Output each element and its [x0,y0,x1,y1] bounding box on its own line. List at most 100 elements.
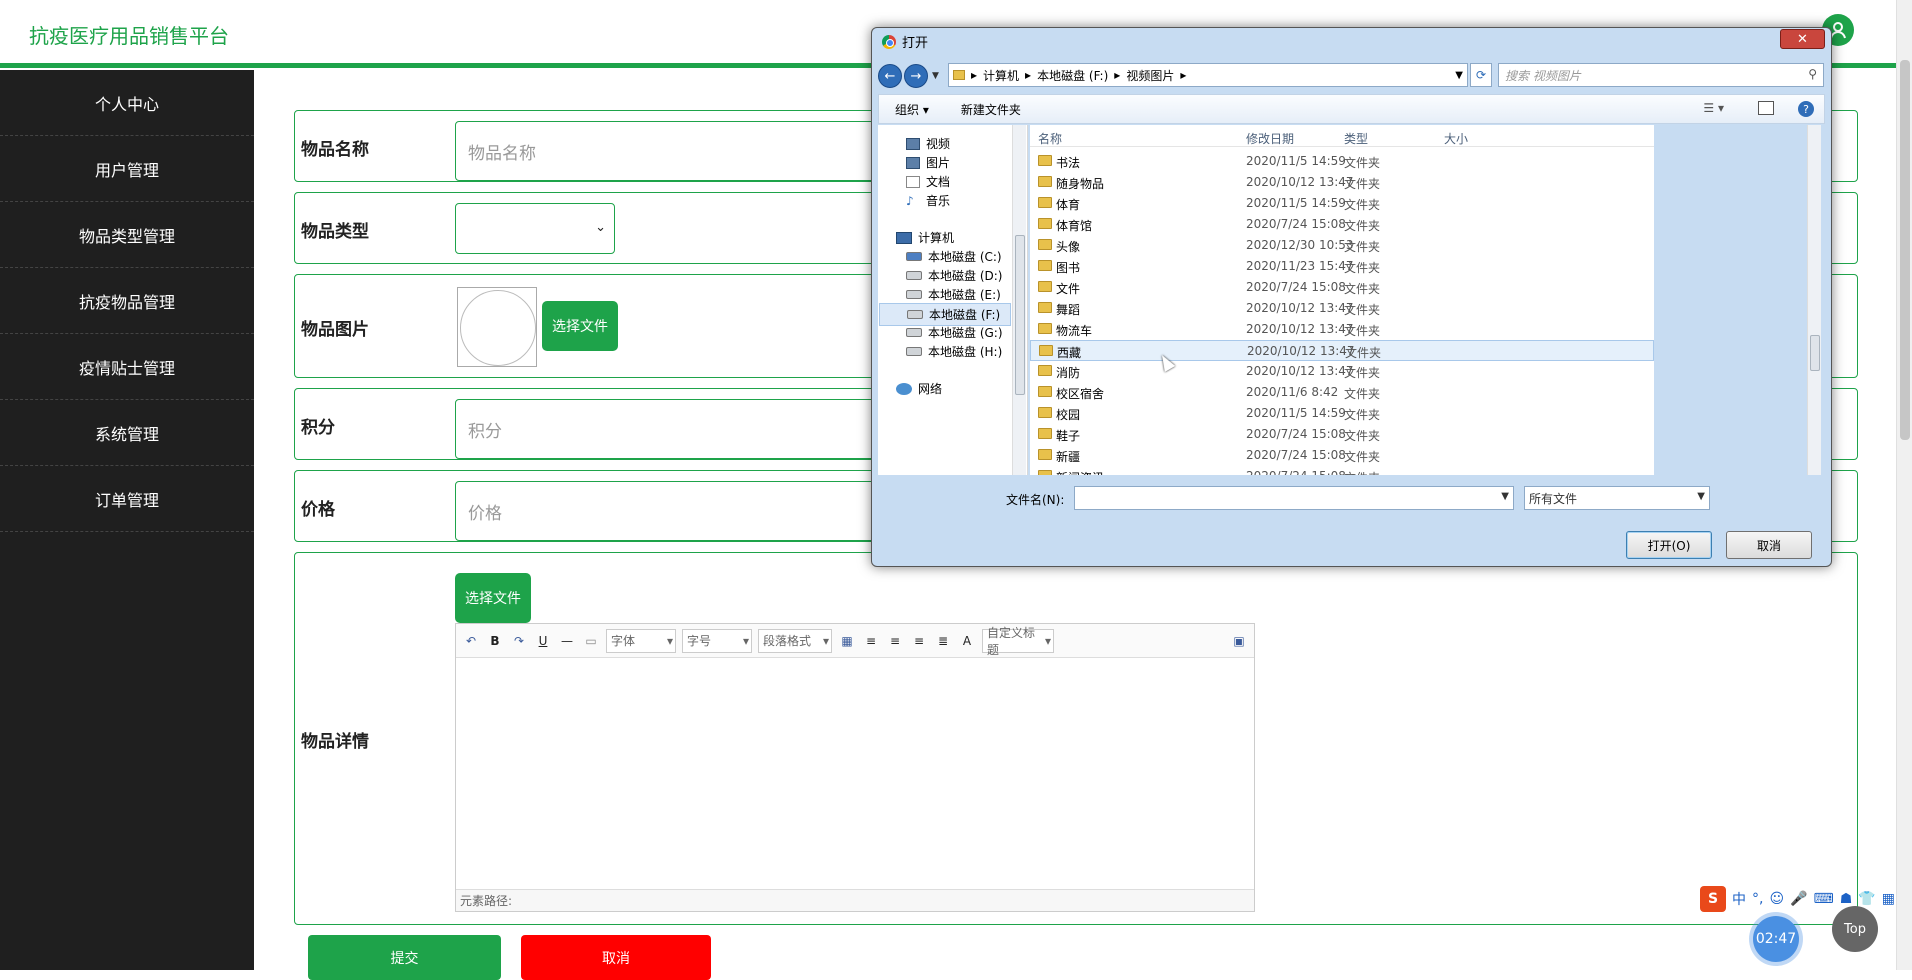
align-left-icon[interactable]: ≡ [862,632,880,650]
nav-item-music[interactable]: ♪ 音乐 [906,192,950,209]
file-row[interactable]: 校区宿舍 2020/11/6 8:42 文件夹 [1030,382,1654,403]
sidebar-item-user-management[interactable]: 用户管理 [0,136,254,202]
sidebar-item-system-management[interactable]: 系统管理 [0,400,254,466]
refresh-icon[interactable]: ⟳ [1470,63,1492,87]
file-row[interactable]: 校园 2020/11/5 14:59 文件夹 [1030,403,1654,424]
view-options-icon[interactable]: ☰ ▾ [1703,101,1724,115]
file-list-scrollbar-thumb[interactable] [1810,335,1820,371]
file-row[interactable]: 西藏 2020/10/12 13:47 文件夹 [1030,340,1654,361]
file-row[interactable]: 舞蹈 2020/10/12 13:47 文件夹 [1030,298,1654,319]
align-center-icon[interactable]: ≡ [910,632,928,650]
breadcrumb-video-pictures[interactable]: 视频图片 [1126,67,1174,84]
emoji-icon[interactable]: ☺ [1769,891,1784,907]
breadcrumb-drive-f[interactable]: 本地磁盘 (F:) [1037,67,1108,84]
nav-item-drive-d[interactable]: 本地磁盘 (D:) [906,267,1002,284]
submit-button[interactable]: 提交 [308,935,501,980]
new-folder-button[interactable]: 新建文件夹 [945,101,1037,118]
item-type-label: 物品类型 [301,222,369,242]
custom-heading-combo[interactable]: 自定义标题 ▾ [982,626,1054,657]
file-row[interactable]: 物流车 2020/10/12 13:47 文件夹 [1030,319,1654,340]
back-arrow-icon[interactable]: ← [878,64,902,88]
choose-image-file-button[interactable]: 选择文件 [542,301,618,351]
back-to-top-button[interactable]: Top [1832,906,1878,952]
nav-item-pictures[interactable]: 图片 [906,154,950,171]
sogou-ime-icon[interactable]: S [1700,886,1726,912]
fullscreen-icon[interactable]: ▣ [1230,632,1248,650]
font-size-combo[interactable]: 字号 ▾ [682,628,752,653]
nav-item-drive-h[interactable]: 本地磁盘 (H:) [906,343,1002,360]
file-row[interactable]: 新闻资讯 2020/7/24 15:08文件夹 [1030,466,1654,475]
microphone-icon[interactable]: 🎤 [1790,891,1807,907]
redo-icon[interactable]: ↷ [510,632,528,650]
recent-locations-icon[interactable]: ▼ [932,71,939,81]
column-size[interactable]: 大小 [1444,130,1468,147]
align-right-icon[interactable]: ≡ [886,632,904,650]
file-row[interactable]: 新疆 2020/7/24 15:08 文件夹 [1030,445,1654,466]
ime-language-toggle[interactable]: 中 [1732,889,1746,909]
nav-item-documents[interactable]: 文档 [906,173,950,190]
underline-icon[interactable]: U [534,632,552,650]
sidebar-item-antiepidemic-item-management[interactable]: 抗疫物品管理 [0,268,254,334]
column-modified-date[interactable]: 修改日期 [1246,130,1294,147]
forward-arrow-icon[interactable]: → [904,64,928,88]
breadcrumb-computer[interactable]: 计算机 [983,67,1019,84]
keyboard-icon[interactable]: ⌨ [1814,891,1834,907]
file-row[interactable]: 头像 2020/12/30 10:53 文件夹 [1030,235,1654,256]
file-row[interactable]: 书法 2020/11/5 14:59 文件夹 [1030,151,1654,172]
file-row[interactable]: 消防 2020/10/12 13:47 文件夹 [1030,361,1654,382]
dialog-cancel-button[interactable]: 取消 [1726,531,1812,559]
horizontal-rule-icon[interactable]: — [558,632,576,650]
punctuation-icon[interactable]: °, [1752,891,1763,907]
chevron-down-icon[interactable]: ▼ [1455,70,1463,81]
font-family-combo[interactable]: 字体 ▾ [606,628,676,653]
chevron-down-icon[interactable]: ▼ [1501,491,1509,502]
paragraph-format-combo[interactable]: 段落格式 ▾ [758,628,832,653]
address-bar[interactable]: ▸ 计算机 ▸ 本地磁盘 (F:) ▸ 视频图片 ▸ ▼ [948,63,1468,87]
detail-choose-file-button[interactable]: 选择文件 [455,573,531,623]
skin-icon[interactable]: 👕 [1858,891,1875,907]
nav-item-drive-g[interactable]: 本地磁盘 (G:) [906,324,1003,341]
nav-item-videos[interactable]: 视频 [906,135,950,152]
nav-pane-scrollbar[interactable] [1012,125,1026,475]
file-list-scrollbar[interactable] [1807,125,1821,475]
column-type[interactable]: 类型 [1344,130,1368,147]
nav-item-computer[interactable]: 计算机 [896,229,954,246]
sidebar-item-item-type-management[interactable]: 物品类型管理 [0,202,254,268]
sidebar-item-order-management[interactable]: 订单管理 [0,466,254,532]
file-row[interactable]: 体育馆 2020/7/24 15:08 文件夹 [1030,214,1654,235]
file-type-select[interactable]: 所有文件 ▼ [1524,486,1710,510]
user-icon[interactable]: ☗ [1840,891,1853,907]
help-icon[interactable]: ? [1798,101,1814,117]
nav-item-drive-e[interactable]: 本地磁盘 (E:) [906,286,1001,303]
sidebar-item-epidemic-tips-management[interactable]: 疫情贴士管理 [0,334,254,400]
dialog-close-button[interactable]: ✕ [1780,29,1825,49]
file-row[interactable]: 体育 2020/11/5 14:59 文件夹 [1030,193,1654,214]
file-row[interactable]: 图书 2020/11/23 15:47 文件夹 [1030,256,1654,277]
organize-menu[interactable]: 组织 ▾ [879,101,945,118]
column-name[interactable]: 名称 [1038,130,1062,147]
nav-pane-scrollbar-thumb[interactable] [1015,235,1025,395]
font-color-icon[interactable]: A [958,632,976,650]
file-row[interactable]: 随身物品 2020/10/12 13:47 文件夹 [1030,172,1654,193]
open-button[interactable]: 打开(O) [1626,531,1712,559]
grid-icon[interactable]: ▦ [1882,891,1895,907]
cancel-button[interactable]: 取消 [521,935,711,980]
bold-icon[interactable]: B [486,632,504,650]
nav-item-drive-f[interactable]: 本地磁盘 (F:) [879,303,1011,326]
file-name-input[interactable]: ▼ [1074,486,1514,510]
search-input[interactable]: 搜索 视频图片 ⚲ [1498,63,1824,87]
page-scrollbar[interactable] [1896,0,1912,970]
undo-icon[interactable]: ↶ [462,632,480,650]
nav-item-network[interactable]: 网络 [896,380,942,397]
align-justify-icon[interactable]: ≣ [934,632,952,650]
sidebar-item-personal-center[interactable]: 个人中心 [0,70,254,136]
file-row[interactable]: 鞋子 2020/7/24 15:08 文件夹 [1030,424,1654,445]
file-row[interactable]: 文件 2020/7/24 15:08 文件夹 [1030,277,1654,298]
page-scrollbar-thumb[interactable] [1900,60,1910,440]
item-type-select[interactable]: ⌄ [455,203,615,254]
table-icon[interactable]: ▦ [838,632,856,650]
document-icon[interactable]: ▭ [582,632,600,650]
clock-widget[interactable]: 02:47 [1753,916,1799,962]
nav-item-drive-c[interactable]: 本地磁盘 (C:) [906,248,1002,265]
preview-pane-icon[interactable] [1758,101,1774,115]
